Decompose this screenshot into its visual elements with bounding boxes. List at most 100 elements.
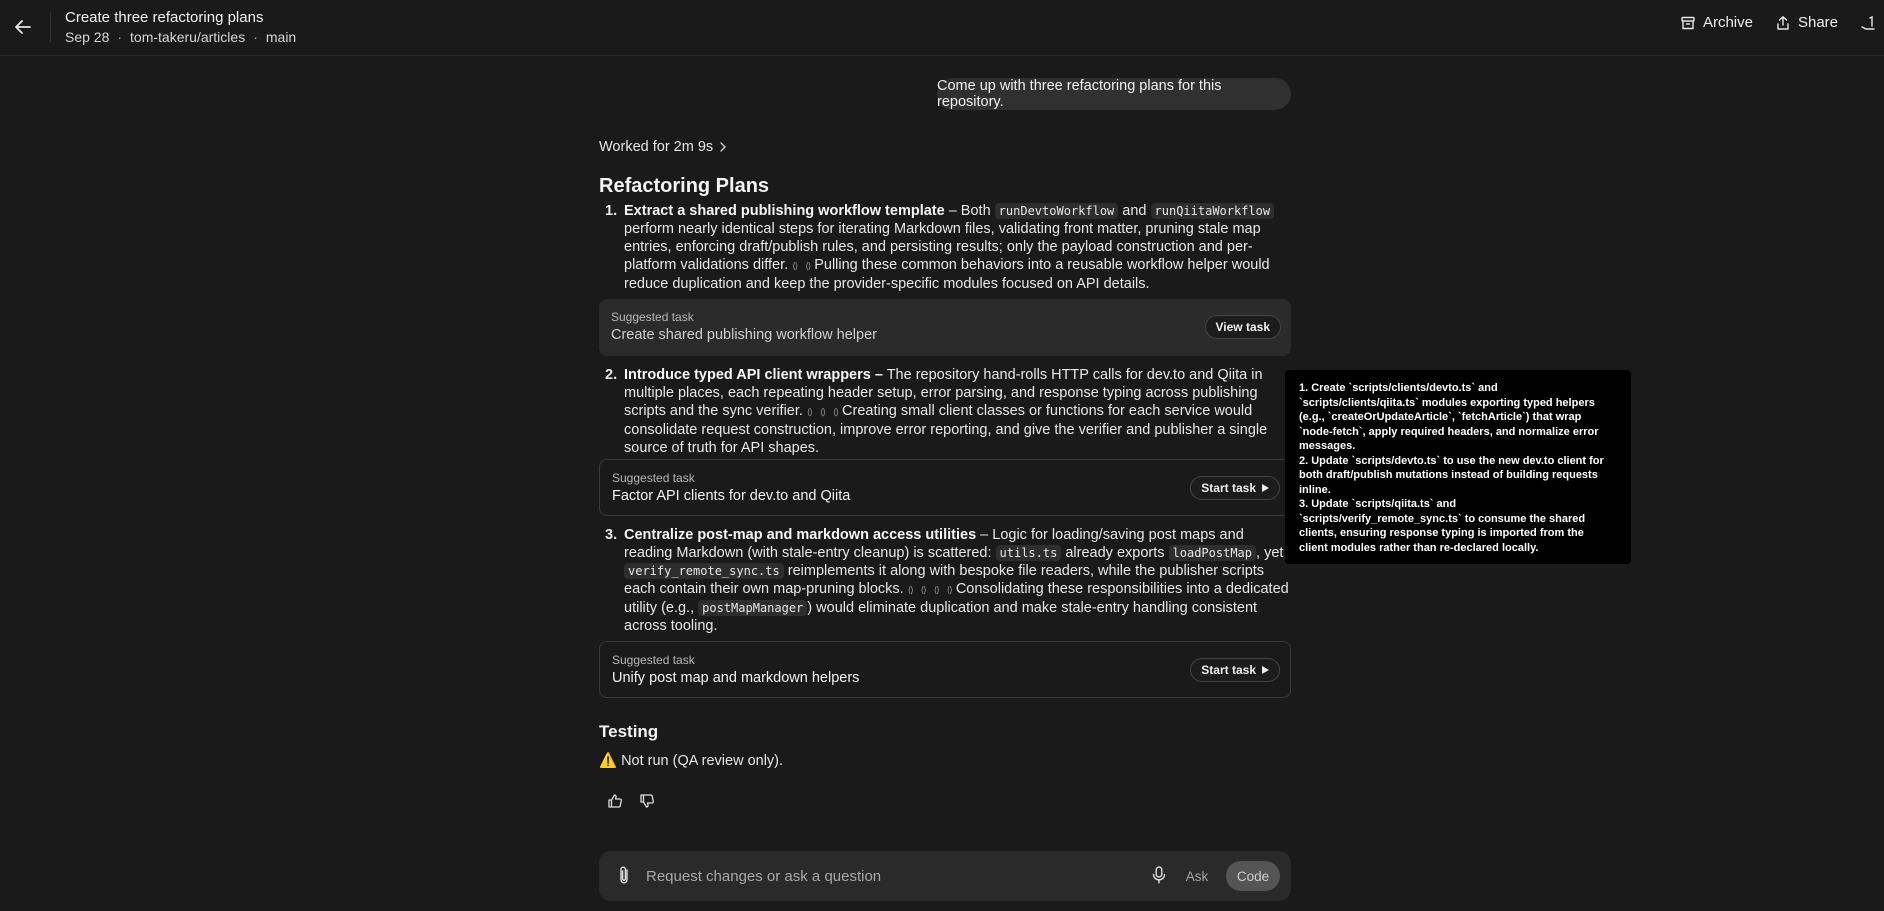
citation-icon[interactable]: ⟨⟩: [921, 581, 927, 599]
tooltip-line: `scripts/verify_remote_sync.ts` to consu…: [1299, 512, 1586, 525]
code-span: verify_remote_sync.ts: [624, 563, 784, 579]
worked-for-toggle[interactable]: Worked for 2m 9s: [599, 138, 1291, 156]
task-header: Create three refactoring plans Sep 28 · to…: [65, 9, 296, 46]
citation-icon[interactable]: ⟨⟩: [807, 403, 813, 421]
chevron-right-icon: [720, 142, 727, 152]
tooltip-line: `scripts/clients/qiita.ts` modules expor…: [1299, 396, 1595, 409]
task-title: Unify post map and markdown helpers: [612, 670, 860, 686]
start-task-label: Start task: [1201, 481, 1256, 495]
meta-separator: ·: [117, 29, 123, 45]
thumbs-up-icon: [608, 794, 622, 808]
task-date: Sep 28: [65, 29, 110, 45]
composer: Ask Code: [599, 851, 1291, 901]
plan-text: – Both: [944, 203, 995, 219]
mic-button[interactable]: [1152, 866, 1166, 888]
tooltip-line: 2. Update `scripts/devto.ts` to use the …: [1299, 454, 1604, 467]
share-button[interactable]: Share: [1775, 14, 1838, 31]
citation-icon[interactable]: ⟨⟩: [820, 403, 826, 421]
branch-name: main: [265, 29, 297, 45]
thumbs-up-button[interactable]: [605, 791, 625, 811]
task-title: Create three refactoring plans: [65, 9, 264, 26]
tooltip-line: 3. Update `scripts/qiita.ts` and: [1299, 498, 1457, 510]
suggested-task-card[interactable]: Suggested task Unify post map and markdo…: [599, 641, 1291, 698]
tooltip-line: 1. Create `scripts/clients/devto.ts` and: [1299, 382, 1498, 394]
user-message: Come up with three refactoring plans for…: [937, 78, 1291, 110]
header-actions: Archive Share: [1680, 14, 1884, 31]
tooltip-line: both draft/publish mutations instead of …: [1299, 469, 1598, 481]
plan-text: , yet: [1256, 545, 1284, 561]
version-button[interactable]: [1860, 15, 1876, 31]
task-kicker: Suggested task: [612, 471, 695, 485]
start-task-button[interactable]: Start task: [1190, 658, 1280, 682]
play-icon: [1262, 666, 1269, 674]
worked-for-label: Worked for 2m 9s: [599, 139, 714, 155]
view-task-label: View task: [1215, 320, 1270, 334]
thumbs-down-button[interactable]: [637, 791, 657, 811]
share-icon: [1777, 15, 1789, 30]
plan-item-1: 1. Extract a shared publishing workflow …: [599, 202, 1291, 293]
plan-number: 2.: [605, 367, 618, 383]
arrow-left-icon: [15, 20, 31, 34]
plan-number: 3.: [605, 527, 618, 543]
ask-button[interactable]: Ask: [1174, 861, 1220, 891]
version-icon: [1861, 15, 1875, 30]
assistant-response: Worked for 2m 9s Refactoring Plans 1. Ex…: [599, 138, 1291, 811]
play-icon: [1262, 484, 1269, 492]
archive-icon: [1681, 16, 1695, 29]
task-details-tooltip: 1. Create `scripts/clients/devto.ts` and…: [1285, 370, 1631, 564]
tooltip-line: client modules rather than re-declared l…: [1299, 541, 1539, 554]
citation-icon[interactable]: ⟨⟩: [833, 403, 839, 421]
citation-icon[interactable]: ⟨⟩: [805, 257, 811, 275]
testing-status: ⚠️ Not run (QA review only).: [599, 752, 1291, 770]
testing-heading: Testing: [599, 722, 659, 741]
start-task-button[interactable]: Start task: [1190, 476, 1280, 500]
citation-icon[interactable]: ⟨⟩: [792, 257, 798, 275]
citation-icon[interactable]: ⟨⟩: [947, 581, 953, 599]
share-label: Share: [1797, 14, 1838, 31]
start-task-label: Start task: [1201, 663, 1256, 677]
archive-button[interactable]: Archive: [1680, 14, 1753, 31]
task-title: Factor API clients for dev.to and Qiita: [612, 488, 851, 504]
code-span: loadPostMap: [1168, 545, 1257, 561]
plan-text: already exports: [1061, 545, 1169, 561]
plan-number: 1.: [605, 203, 618, 219]
tooltip-line: messages.: [1299, 440, 1356, 452]
tooltip-line: `node-fetch`, apply required headers, an…: [1299, 425, 1599, 438]
task-kicker: Suggested task: [611, 310, 694, 324]
citation-icon[interactable]: ⟨⟩: [908, 581, 914, 599]
warning-icon: ⚠️: [599, 753, 618, 769]
microphone-icon: [1152, 866, 1166, 884]
testing-text: Not run (QA review only).: [621, 752, 784, 769]
code-button[interactable]: Code: [1226, 861, 1280, 891]
header-divider: [50, 12, 51, 42]
code-span: runQiitaWorkflow: [1150, 203, 1275, 219]
thumbs-down-icon: [640, 794, 654, 808]
plan-item-2: 2. Introduce typed API client wrappers –…: [599, 366, 1291, 457]
feedback-buttons: [599, 791, 1291, 811]
plan-title: Introduce typed API client wrappers –: [624, 367, 883, 383]
archive-label: Archive: [1702, 14, 1753, 31]
code-span: runDevtoWorkflow: [994, 203, 1119, 219]
back-button[interactable]: [10, 14, 36, 40]
response-heading: Refactoring Plans: [599, 175, 770, 197]
plan-title: Centralize post-map and markdown access …: [624, 527, 977, 543]
suggested-task-card[interactable]: Suggested task Factor API clients for de…: [599, 459, 1291, 516]
suggested-task-card[interactable]: Suggested task Create shared publishing …: [599, 299, 1291, 356]
top-bar: Create three refactoring plans Sep 28 · to…: [0, 0, 1884, 56]
attach-button[interactable]: [617, 865, 631, 889]
message-input[interactable]: [646, 863, 1126, 889]
code-span: utils.ts: [995, 545, 1062, 561]
view-task-button[interactable]: View task: [1204, 315, 1281, 339]
task-kicker: Suggested task: [612, 653, 695, 667]
citation-icon[interactable]: ⟨⟩: [934, 581, 940, 599]
plan-title: Extract a shared publishing workflow tem…: [624, 203, 945, 219]
tooltip-line: inline.: [1299, 483, 1331, 496]
plan-text: and: [1118, 203, 1151, 219]
task-meta: Sep 28 · tom-takeru/articles · main: [65, 28, 296, 46]
tooltip-line: clients, ensuring response typing is imp…: [1299, 527, 1584, 539]
tooltip-line: (e.g., `createOrUpdateArticle`, `fetchAr…: [1299, 411, 1582, 423]
repo-link[interactable]: tom-takeru/articles: [130, 29, 245, 45]
task-title: Create shared publishing workflow helper: [611, 327, 877, 343]
plan-item-3: 3. Centralize post-map and markdown acce…: [599, 526, 1291, 635]
code-span: postMapManager: [698, 600, 808, 616]
